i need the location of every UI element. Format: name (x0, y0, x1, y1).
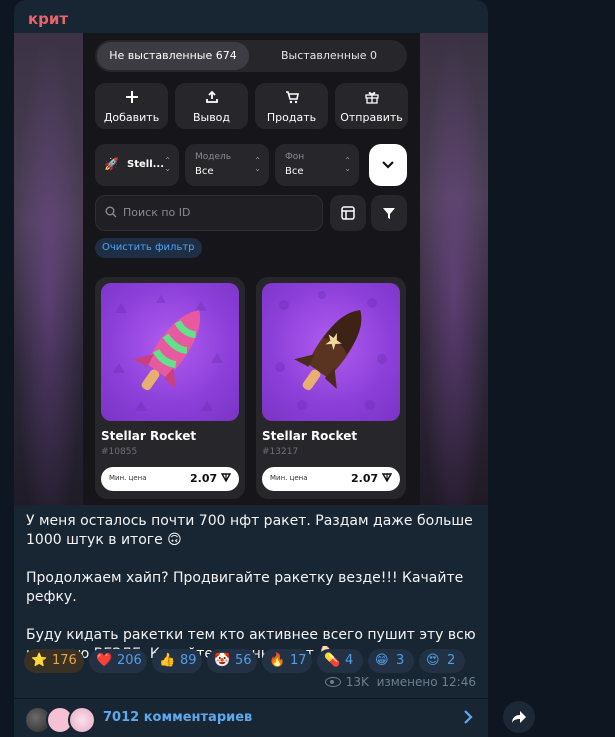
expand-filters-button (369, 144, 407, 186)
model-value: Все (195, 166, 214, 177)
photo-blur-left (14, 33, 84, 505)
reaction-heart[interactable]: ❤️ 206 (89, 649, 147, 673)
withdraw-button: Вывод (175, 83, 248, 129)
rocket-icon: 🚀 (104, 157, 119, 171)
chevron-down-icon (382, 161, 394, 169)
reaction-count: 206 (117, 653, 142, 668)
collection-filter: 🚀 Stell... ⌃ ⌄ (95, 144, 179, 186)
background-value: Все (285, 166, 304, 177)
table-view-icon (341, 206, 355, 220)
model-caption: Модель (195, 152, 232, 162)
reaction-count: 2 (447, 653, 456, 668)
price-value: 2.07 (351, 472, 393, 485)
comments-button[interactable]: 7012 комментариев (14, 699, 488, 737)
message-bubble: крит Не выставленные 674 Выставленные 0 … (14, 0, 488, 737)
price-label: Мин. цена (270, 474, 308, 482)
price-pill: Мин. цена 2.07 (262, 467, 400, 491)
message-paragraph: У меня осталось почти 700 нфт ракет. Раз… (26, 513, 473, 548)
tab-switch: Не выставленные 674 Выставленные 0 (95, 40, 407, 72)
send-button: Отправить (335, 83, 408, 129)
rocket-art-green (101, 283, 239, 421)
add-button: Добавить (95, 83, 168, 129)
reaction-count: 89 (180, 653, 197, 668)
author-name[interactable]: крит (28, 10, 68, 28)
reaction-star[interactable]: ⭐ 176 (24, 649, 84, 673)
tab-not-listed: Не выставленные 674 (97, 42, 249, 70)
gift-name: Stellar Rocket (101, 429, 197, 443)
search-icon (105, 206, 117, 218)
cart-icon (255, 90, 328, 107)
reaction-count: 176 (52, 653, 77, 668)
clear-filter-chip: Очистить фильтр (95, 238, 202, 258)
withdraw-label: Вывод (192, 111, 231, 124)
tab-listed: Выставленные 0 (280, 49, 378, 62)
edited-time: изменено 12:46 (376, 675, 476, 689)
chevron-updown-icon: ⌃ ⌄ (344, 156, 351, 173)
chevron-updown-icon: ⌃ ⌄ (164, 156, 171, 173)
grin-icon: 😁 (375, 653, 389, 668)
gift-name: Stellar Rocket (262, 429, 358, 443)
price-label: Мин. цена (109, 474, 147, 482)
reaction-grin[interactable]: 😁 3 (368, 649, 414, 673)
share-button[interactable] (503, 701, 535, 733)
search-field: Поиск по ID (95, 195, 323, 231)
upload-icon (175, 90, 248, 107)
message-text: У меня осталось почти 700 нфт ракет. Раз… (26, 512, 481, 664)
reaction-heart-eyes[interactable]: 😍 2 (419, 649, 465, 673)
reaction-fire[interactable]: 🔥 17 (262, 649, 312, 673)
heart-icon: ❤️ (96, 653, 113, 668)
gift-card: Stellar Rocket #10855 Мин. цена 2.07 (95, 277, 245, 499)
price-value: 2.07 (190, 472, 232, 485)
background-caption: Фон (285, 152, 305, 162)
reaction-clown[interactable]: 🤡 56 (207, 649, 257, 673)
send-label: Отправить (340, 111, 403, 124)
plus-icon (95, 90, 168, 107)
star-icon: ⭐ (31, 653, 48, 668)
embedded-app-screenshot: Не выставленные 674 Выставленные 0 Добав… (83, 33, 420, 505)
gift-number: #10855 (101, 447, 138, 457)
search-placeholder: Поиск по ID (123, 206, 191, 219)
message-photo[interactable]: Не выставленные 674 Выставленные 0 Добав… (14, 33, 488, 505)
ton-icon (381, 473, 393, 483)
views-icon (324, 677, 341, 687)
reaction-count: 4 (345, 653, 354, 668)
chevron-right-icon (463, 709, 473, 729)
view-toggle-button (330, 195, 366, 231)
photo-blur-right (420, 33, 488, 505)
avatar (68, 706, 96, 734)
background-filter: Фон Все ⌃ ⌄ (275, 144, 359, 186)
ton-icon (220, 473, 232, 483)
sell-button: Продать (255, 83, 328, 129)
reaction-count: 17 (290, 653, 307, 668)
filter-button (371, 195, 407, 231)
add-label: Добавить (103, 111, 160, 124)
gift-number: #13217 (262, 447, 299, 457)
send-gift-icon (335, 90, 408, 107)
gift-card: Stellar Rocket #13217 Мин. цена 2.07 (256, 277, 406, 499)
filter-icon (383, 208, 395, 219)
message-meta: 13K изменено 12:46 (324, 675, 476, 689)
clown-icon: 🤡 (214, 653, 231, 668)
reaction-count: 3 (396, 653, 405, 668)
fire-icon: 🔥 (269, 653, 286, 668)
pill-icon: 💊 (324, 653, 341, 668)
heart-eyes-icon: 😍 (426, 653, 440, 668)
reaction-thumbs-up[interactable]: 👍 89 (152, 649, 202, 673)
rocket-art-chocolate (262, 283, 400, 421)
comments-label: 7012 комментариев (103, 710, 253, 725)
sell-label: Продать (266, 111, 317, 124)
model-filter: Модель Все ⌃ ⌄ (185, 144, 269, 186)
collection-value: Stell... (127, 159, 165, 170)
chevron-updown-icon: ⌃ ⌄ (254, 156, 261, 173)
forward-arrow-icon (512, 711, 526, 723)
price-pill: Мин. цена 2.07 (101, 467, 239, 491)
thumbs-up-icon: 👍 (159, 653, 176, 668)
views-count: 13K (345, 675, 369, 689)
reaction-count: 56 (235, 653, 252, 668)
reaction-pill[interactable]: 💊 4 (317, 649, 363, 673)
message-paragraph: Продолжаем хайп? Продвигайте ракетку вез… (26, 570, 464, 605)
